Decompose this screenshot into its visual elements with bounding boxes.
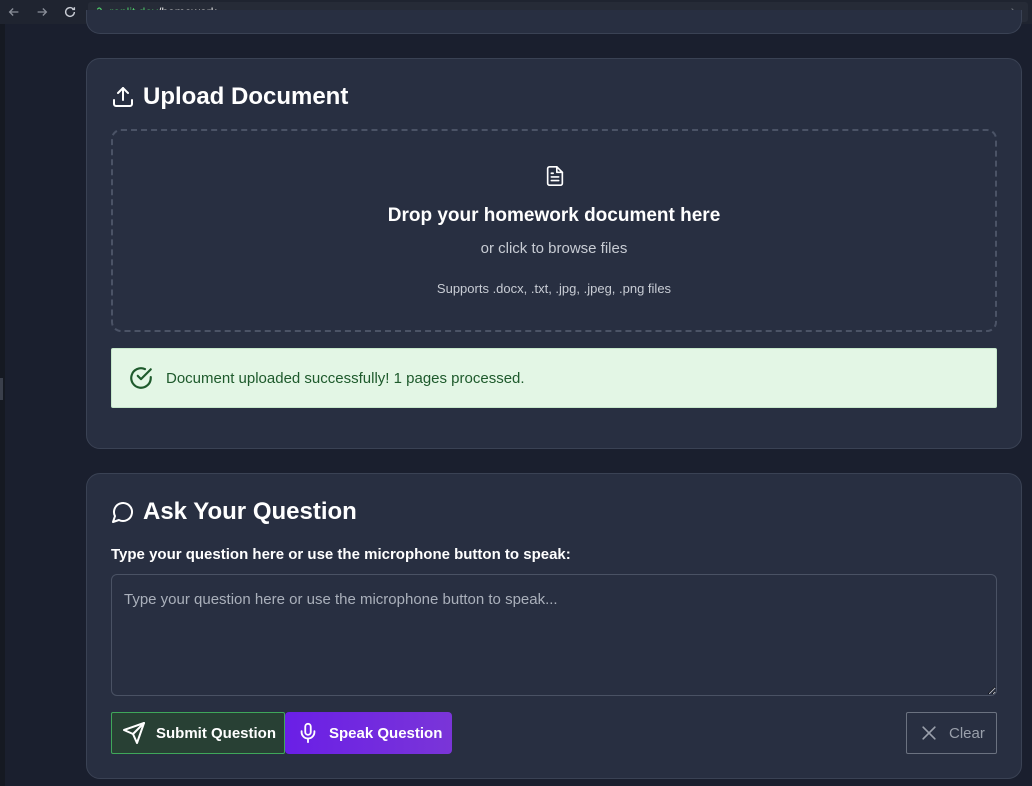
upload-icon (113, 87, 133, 107)
question-title: Ask Your Question (143, 498, 357, 525)
question-heading: Ask Your Question (111, 498, 357, 526)
back-arrow-icon[interactable] (0, 0, 28, 24)
previous-card (86, 10, 1022, 34)
dropzone-title: Drop your homework document here (387, 205, 721, 226)
upload-title: Upload Document (143, 83, 349, 110)
speak-question-button[interactable]: Speak Question (285, 712, 452, 754)
chat-bubble-icon (112, 502, 133, 523)
check-circle-icon (128, 365, 154, 391)
send-icon (122, 721, 146, 745)
question-card: Ask Your Question Type your question her… (86, 473, 1022, 779)
supported-formats-note: Supports .docx, .txt, .jpg, .jpeg, .png … (436, 281, 672, 296)
document-icon (544, 165, 566, 187)
speak-question-label: Speak Question (329, 724, 443, 742)
question-textarea[interactable] (111, 574, 997, 696)
question-label: Type your question here or use the micro… (111, 546, 571, 563)
forward-arrow-icon[interactable] (28, 0, 56, 24)
microphone-icon (297, 721, 319, 745)
upload-heading: Upload Document (111, 83, 348, 111)
reload-icon[interactable] (56, 0, 84, 24)
submit-question-button[interactable]: Submit Question (111, 712, 285, 754)
sidebar-resize-handle[interactable] (0, 378, 3, 400)
close-icon (919, 723, 939, 743)
dropzone-subtitle: or click to browse files (480, 240, 628, 257)
submit-question-label: Submit Question (156, 724, 276, 742)
upload-card: Upload Document Drop your homework docum… (86, 58, 1022, 449)
file-dropzone[interactable]: Drop your homework document here or clic… (111, 129, 997, 332)
clear-label: Clear (949, 724, 985, 742)
success-message: Document uploaded successfully! 1 pages … (166, 369, 525, 387)
left-edge (0, 24, 5, 786)
clear-button[interactable]: Clear (906, 712, 997, 754)
upload-success-alert: Document uploaded successfully! 1 pages … (111, 348, 997, 408)
